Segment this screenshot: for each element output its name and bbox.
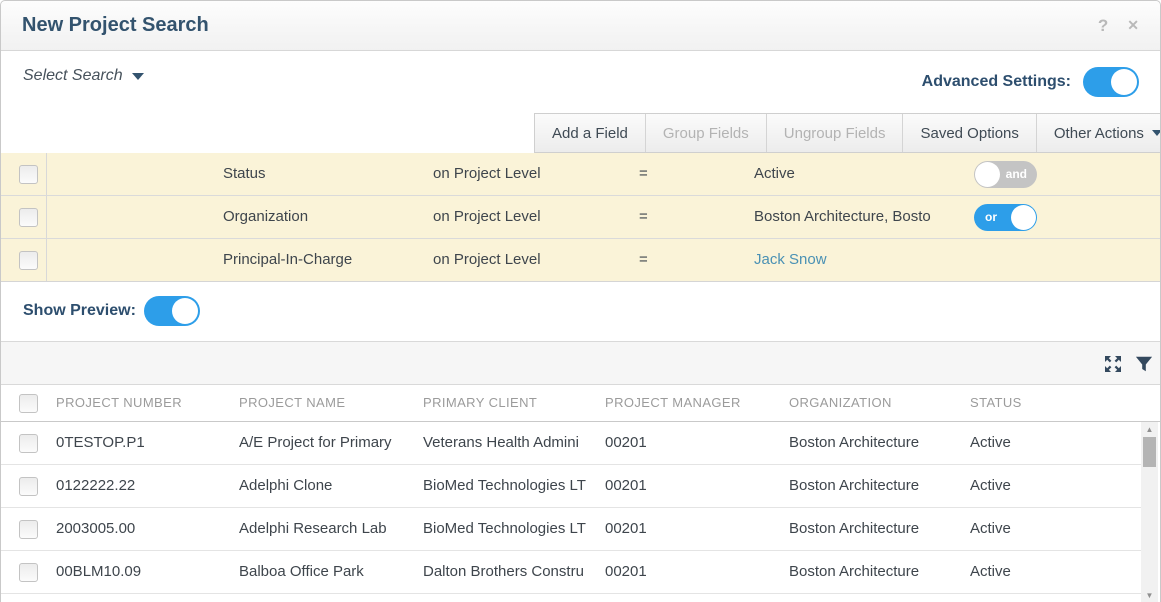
toggle-knob: [1111, 69, 1137, 95]
dialog-titlebar: New Project Search ? ✕: [1, 1, 1160, 51]
cell-project-number: 0122222.22: [56, 465, 135, 507]
cell-status: Active: [970, 551, 1011, 593]
ungroup-fields-button: Ungroup Fields: [766, 114, 903, 152]
advanced-settings-toggle[interactable]: [1083, 67, 1139, 97]
new-project-search-dialog: New Project Search ? ✕ Select Search Adv…: [0, 0, 1161, 602]
and-or-toggle[interactable]: or: [974, 204, 1037, 231]
help-icon[interactable]: ?: [1098, 16, 1108, 36]
table-row[interactable]: 2003005.00 Adelphi Research Lab BioMed T…: [1, 508, 1141, 551]
table-row[interactable]: 0TESTOP.P1 A/E Project for Primary Veter…: [1, 422, 1141, 465]
filter-operator[interactable]: =: [639, 196, 648, 238]
cell-project-manager: 00201: [605, 551, 647, 593]
filter-row-organization: Organization on Project Level = Boston A…: [1, 196, 1160, 239]
filter-level[interactable]: on Project Level: [433, 153, 541, 195]
filter-value[interactable]: Boston Architecture, Bosto: [754, 196, 931, 238]
cell-project-number: 0TESTOP.P1: [56, 422, 145, 464]
advanced-settings-label: Advanced Settings:: [922, 73, 1071, 91]
filter-row-checkbox[interactable]: [19, 251, 38, 270]
cell-organization: Boston Architecture: [789, 422, 919, 464]
filter-criteria-list: Status on Project Level = Active and Org…: [1, 153, 1160, 282]
row-checkbox[interactable]: [19, 477, 38, 496]
filter-value[interactable]: Active: [754, 153, 795, 195]
preview-grid-toolbar: [1, 342, 1160, 385]
other-actions-button[interactable]: Other Actions: [1036, 114, 1161, 152]
filter-grid-icon[interactable]: [1135, 354, 1155, 374]
row-checkbox[interactable]: [19, 520, 38, 539]
cell-project-manager: 00201: [605, 508, 647, 550]
dialog-title: New Project Search: [22, 14, 209, 37]
cell-project-name: Balboa Office Park: [239, 551, 364, 593]
column-header-primary-client[interactable]: PRIMARY CLIENT: [423, 385, 537, 421]
table-row[interactable]: 00BLM10.09 Balboa Office Park Dalton Bro…: [1, 551, 1141, 594]
select-search-dropdown[interactable]: Select Search: [23, 67, 144, 85]
toggle-knob: [975, 162, 1000, 187]
filter-row-principal-in-charge: Principal-In-Charge on Project Level = J…: [1, 239, 1160, 282]
column-header-organization[interactable]: ORGANIZATION: [789, 385, 892, 421]
cell-project-name: A/E Project for Primary: [239, 422, 392, 464]
filter-level[interactable]: on Project Level: [433, 196, 541, 238]
filter-field[interactable]: Organization: [223, 196, 308, 238]
select-all-checkbox[interactable]: [19, 394, 38, 413]
row-checkbox[interactable]: [19, 563, 38, 582]
cell-primary-client: BioMed Technologies LT: [423, 508, 586, 550]
scroll-up-icon[interactable]: ▲: [1141, 425, 1158, 434]
other-actions-label: Other Actions: [1054, 125, 1144, 142]
show-preview-toggle[interactable]: [144, 296, 200, 326]
actions-toolbar: Add a Field Group Fields Ungroup Fields …: [534, 113, 1160, 153]
filter-operator[interactable]: =: [639, 153, 648, 195]
cell-project-number: 2003005.00: [56, 508, 135, 550]
close-icon[interactable]: ✕: [1127, 17, 1139, 34]
filter-field[interactable]: Status: [223, 153, 266, 195]
column-header-project-number[interactable]: PROJECT NUMBER: [56, 385, 182, 421]
toggle-knob: [1011, 205, 1036, 230]
cell-project-name: Adelphi Clone: [239, 465, 332, 507]
cell-organization: Boston Architecture: [789, 551, 919, 593]
chevron-down-icon: [1152, 130, 1161, 136]
filter-row-status: Status on Project Level = Active and: [1, 153, 1160, 196]
group-fields-button: Group Fields: [645, 114, 766, 152]
cell-organization: Boston Architecture: [789, 508, 919, 550]
table-row[interactable]: 0122222.22 Adelphi Clone BioMed Technolo…: [1, 465, 1141, 508]
cell-status: Active: [970, 465, 1011, 507]
toggle-label: and: [1006, 161, 1027, 188]
table-scrollbar[interactable]: ▲ ▼: [1141, 422, 1158, 602]
filter-level[interactable]: on Project Level: [433, 239, 541, 281]
column-header-project-name[interactable]: PROJECT NAME: [239, 385, 345, 421]
chevron-down-icon: [132, 73, 144, 80]
row-checkbox[interactable]: [19, 434, 38, 453]
scrollbar-thumb[interactable]: [1143, 437, 1156, 467]
toggle-knob: [172, 298, 198, 324]
expand-grid-icon[interactable]: [1103, 354, 1123, 374]
filter-row-checkbox[interactable]: [19, 208, 38, 227]
column-header-status[interactable]: STATUS: [970, 385, 1022, 421]
cell-status: Active: [970, 422, 1011, 464]
scroll-down-icon[interactable]: ▼: [1141, 591, 1158, 600]
and-or-toggle[interactable]: and: [974, 161, 1037, 188]
advanced-settings-control: Advanced Settings:: [922, 67, 1139, 97]
cell-project-manager: 00201: [605, 422, 647, 464]
filter-operator[interactable]: =: [639, 239, 648, 281]
filter-value-link[interactable]: Jack Snow: [754, 239, 827, 281]
cell-project-number: 00BLM10.09: [56, 551, 141, 593]
filter-row-checkbox[interactable]: [19, 165, 38, 184]
toggle-label: or: [985, 204, 997, 231]
saved-options-button[interactable]: Saved Options: [902, 114, 1035, 152]
show-preview-label: Show Preview:: [23, 282, 136, 340]
filter-field[interactable]: Principal-In-Charge: [223, 239, 352, 281]
cell-status: Active: [970, 508, 1011, 550]
select-search-label: Select Search: [23, 67, 123, 85]
cell-organization: Boston Architecture: [789, 465, 919, 507]
cell-primary-client: BioMed Technologies LT: [423, 465, 586, 507]
cell-primary-client: Dalton Brothers Constru: [423, 551, 584, 593]
cell-primary-client: Veterans Health Admini: [423, 422, 579, 464]
preview-table-header: PROJECT NUMBER PROJECT NAME PRIMARY CLIE…: [1, 385, 1160, 422]
cell-project-name: Adelphi Research Lab: [239, 508, 387, 550]
add-field-button[interactable]: Add a Field: [535, 114, 645, 152]
show-preview-section: Show Preview:: [1, 282, 1160, 342]
cell-project-manager: 00201: [605, 465, 647, 507]
column-header-project-manager[interactable]: PROJECT MANAGER: [605, 385, 741, 421]
preview-table-body: 0TESTOP.P1 A/E Project for Primary Veter…: [1, 422, 1141, 594]
